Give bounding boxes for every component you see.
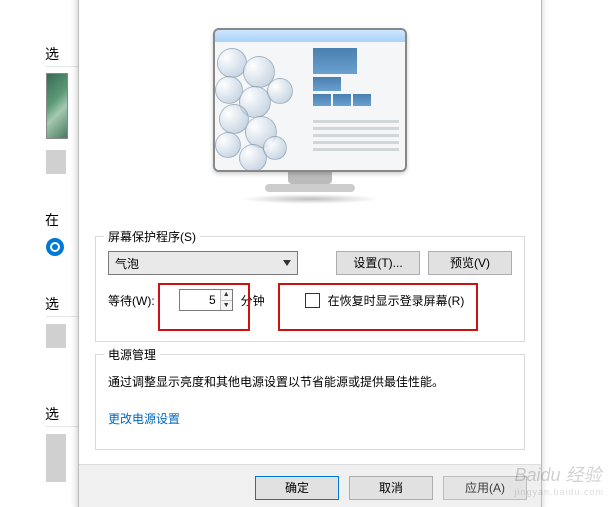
wait-spinner[interactable]: ▲ ▼ xyxy=(179,289,233,311)
power-settings-link[interactable]: 更改电源设置 xyxy=(108,412,180,426)
cancel-button[interactable]: 取消 xyxy=(349,476,433,500)
ok-button[interactable]: 确定 xyxy=(255,476,339,500)
chevron-down-icon xyxy=(283,260,291,266)
settings-background: 选 在 选 选 xyxy=(0,0,78,507)
power-group: 电源管理 通过调整显示亮度和其他电源设置以节省能源或提供最佳性能。 更改电源设置 xyxy=(95,354,525,450)
bg-control xyxy=(46,434,66,482)
bg-control xyxy=(46,324,66,348)
bg-radio-option xyxy=(46,238,64,256)
spinner-down-icon[interactable]: ▼ xyxy=(221,301,232,311)
spinner-up-icon[interactable]: ▲ xyxy=(221,290,232,301)
screensaver-select[interactable]: 气泡 xyxy=(108,251,298,275)
screensaver-group: 屏幕保护程序(S) 气泡 设置(T)... 预览(V) 等待(W): ▲ ▼ xyxy=(95,236,525,342)
bg-label: 选 xyxy=(45,294,59,314)
wait-unit: 分钟 xyxy=(241,292,265,309)
screensaver-settings-dialog: 屏幕保护程序(S) 气泡 设置(T)... 预览(V) 等待(W): ▲ ▼ xyxy=(78,0,542,507)
bg-thumbnail xyxy=(46,73,68,139)
power-description: 通过调整显示亮度和其他电源设置以节省能源或提供最佳性能。 xyxy=(108,373,512,392)
bg-label: 选 xyxy=(45,44,59,64)
settings-button[interactable]: 设置(T)... xyxy=(336,251,420,275)
dialog-button-bar: 确定 取消 应用(A) xyxy=(79,464,541,507)
wait-input[interactable] xyxy=(180,290,220,310)
preview-button[interactable]: 预览(V) xyxy=(428,251,512,275)
screensaver-select-value: 气泡 xyxy=(115,255,139,272)
preview-area xyxy=(210,28,410,204)
wait-label: 等待(W): xyxy=(108,292,155,309)
apply-button[interactable]: 应用(A) xyxy=(443,476,527,500)
resume-checkbox-label: 在恢复时显示登录屏幕(R) xyxy=(328,292,465,309)
bg-label: 选 xyxy=(45,404,59,424)
bg-control xyxy=(46,150,66,174)
power-group-label: 电源管理 xyxy=(104,346,160,363)
resume-checkbox[interactable] xyxy=(305,293,320,308)
screensaver-group-label: 屏幕保护程序(S) xyxy=(104,228,200,245)
bg-label: 在 xyxy=(45,210,59,230)
preview-monitor xyxy=(213,28,407,172)
